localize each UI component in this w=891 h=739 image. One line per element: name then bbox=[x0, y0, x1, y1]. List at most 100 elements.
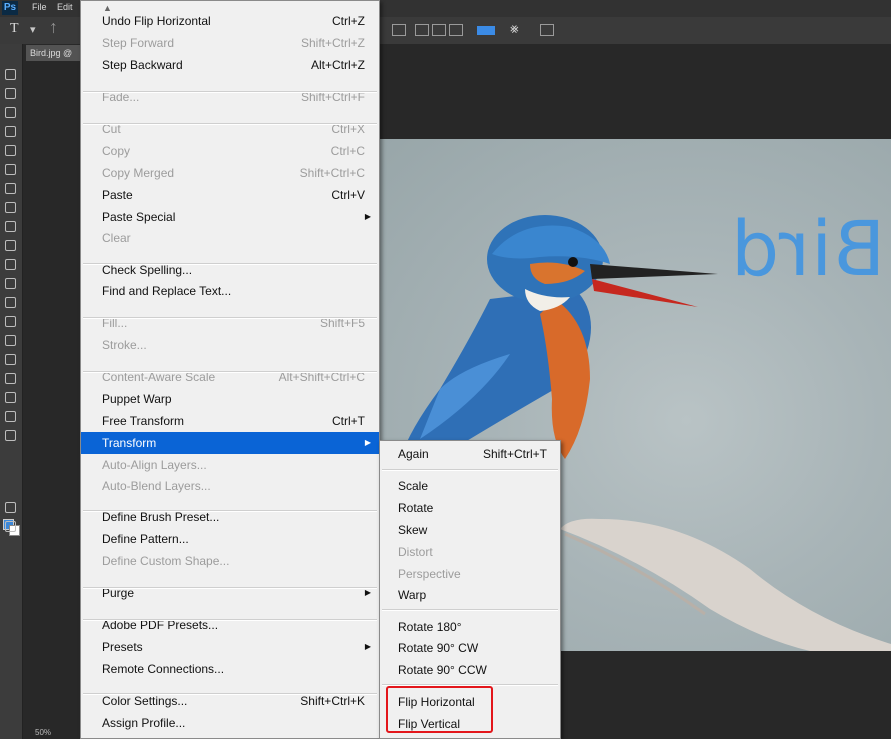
menu-item-shortcut: Shift+F5 bbox=[319, 316, 365, 330]
menu-item-label: Remote Connections... bbox=[102, 662, 225, 676]
option-box-icon[interactable] bbox=[392, 24, 406, 36]
photoshop-logo: Ps bbox=[2, 1, 18, 15]
align-right-icon[interactable] bbox=[449, 24, 463, 36]
submenu-separator bbox=[382, 469, 558, 471]
menu-item-cut: Cut Ctrl+X bbox=[81, 118, 379, 140]
shape-tool-icon[interactable] bbox=[5, 392, 16, 403]
transform-item-warp[interactable]: Warp bbox=[380, 584, 560, 606]
menu-item-paste-special[interactable]: Paste Special ▶ bbox=[81, 206, 379, 228]
menu-item-label: Auto-Blend Layers... bbox=[102, 479, 211, 493]
submenu-arrow-icon: ▶ bbox=[364, 438, 371, 447]
dodge-tool-icon[interactable] bbox=[5, 316, 16, 327]
transform-item-rotate-90-ccw[interactable]: Rotate 90° CCW bbox=[380, 659, 560, 681]
menu-item-label: Define Pattern... bbox=[102, 532, 189, 546]
menu-item-label: Fade... bbox=[102, 90, 140, 104]
history-brush-tool-icon[interactable] bbox=[5, 240, 16, 251]
menu-item-auto-blend-layers: Auto-Blend Layers... bbox=[81, 475, 379, 497]
transform-item-rotate[interactable]: Rotate bbox=[380, 497, 560, 519]
transform-item-label: Flip Horizontal bbox=[398, 695, 475, 709]
align-center-icon[interactable] bbox=[432, 24, 446, 36]
menu-item-purge[interactable]: Purge ▶ bbox=[81, 582, 379, 604]
clone-stamp-tool-icon[interactable] bbox=[5, 221, 16, 232]
text-orientation-icon[interactable]: ᛏ bbox=[50, 23, 57, 35]
menu-item-assign-profile[interactable]: Assign Profile... bbox=[81, 712, 379, 734]
menu-item-free-transform[interactable]: Free Transform Ctrl+T bbox=[81, 410, 379, 432]
submenu-separator bbox=[382, 609, 558, 611]
transform-item-rotate-180[interactable]: Rotate 180° bbox=[380, 616, 560, 638]
menu-file[interactable]: File bbox=[32, 2, 47, 12]
menu-item-shortcut: Ctrl+X bbox=[331, 122, 365, 136]
menu-item-fade: Fade... Shift+Ctrl+F bbox=[81, 86, 379, 108]
menu-item-shortcut: Shift+Ctrl+F bbox=[300, 90, 365, 104]
character-panel-icon[interactable] bbox=[540, 24, 554, 36]
menu-separator bbox=[83, 91, 377, 93]
transform-item-again[interactable]: Again Shift+Ctrl+T bbox=[380, 443, 560, 465]
healing-brush-tool-icon[interactable] bbox=[5, 183, 16, 194]
menu-edit[interactable]: Edit bbox=[57, 2, 73, 12]
menu-item-copy-merged: Copy Merged Shift+Ctrl+C bbox=[81, 162, 379, 184]
transform-item-flip-vertical[interactable]: Flip Vertical bbox=[380, 713, 560, 735]
align-left-icon[interactable] bbox=[415, 24, 429, 36]
menu-item-find-and-replace-text[interactable]: Find and Replace Text... bbox=[81, 280, 379, 302]
lasso-tool-icon[interactable] bbox=[5, 107, 16, 118]
menu-item-step-backward[interactable]: Step Backward Alt+Ctrl+Z bbox=[81, 54, 379, 76]
quick-mask-icon[interactable] bbox=[5, 502, 16, 513]
edit-menu: ▲ Undo Flip Horizontal Ctrl+Z Step Forward… bbox=[80, 0, 380, 739]
menu-item-label: Assign Profile... bbox=[102, 716, 186, 730]
menu-separator bbox=[83, 587, 377, 589]
eraser-tool-icon[interactable] bbox=[5, 259, 16, 270]
transform-item-label: Warp bbox=[398, 588, 427, 602]
transform-item-rotate-90-cw[interactable]: Rotate 90° CW bbox=[380, 637, 560, 659]
move-tool-icon[interactable] bbox=[5, 69, 16, 80]
zoom-tool-icon[interactable] bbox=[5, 430, 16, 441]
tools-panel bbox=[0, 44, 23, 739]
transform-item-label: Perspective bbox=[398, 567, 461, 581]
menu-item-label: Find and Replace Text... bbox=[102, 284, 232, 298]
menu-item-label: Clear bbox=[102, 231, 131, 245]
menu-item-undo-flip-horizontal[interactable]: Undo Flip Horizontal Ctrl+Z bbox=[81, 10, 379, 32]
menu-item-step-forward: Step Forward Shift+Ctrl+Z bbox=[81, 32, 379, 54]
submenu-arrow-icon: ▶ bbox=[364, 588, 371, 597]
text-color-swatch[interactable] bbox=[477, 26, 495, 35]
pen-tool-icon[interactable] bbox=[5, 335, 16, 346]
menu-item-transform[interactable]: Transform ▶ bbox=[81, 432, 379, 454]
transform-item-skew[interactable]: Skew bbox=[380, 519, 560, 541]
marquee-tool-icon[interactable] bbox=[5, 88, 16, 99]
transform-item-shortcut: Shift+Ctrl+T bbox=[482, 447, 547, 461]
brush-tool-icon[interactable] bbox=[5, 202, 16, 213]
blur-tool-icon[interactable] bbox=[5, 297, 16, 308]
menu-separator bbox=[83, 371, 377, 373]
screen-mode-icon[interactable] bbox=[5, 521, 16, 532]
menu-item-puppet-warp[interactable]: Puppet Warp bbox=[81, 388, 379, 410]
menu-item-label: Undo Flip Horizontal bbox=[102, 14, 211, 28]
warp-text-icon[interactable]: ⨳ bbox=[510, 20, 519, 37]
menu-item-label: Presets bbox=[102, 640, 143, 654]
transform-item-scale[interactable]: Scale bbox=[380, 475, 560, 497]
menu-item-remote-connections[interactable]: Remote Connections... bbox=[81, 658, 379, 680]
transform-item-label: Scale bbox=[398, 479, 429, 493]
menu-item-shortcut: Alt+Shift+Ctrl+C bbox=[278, 370, 365, 384]
menu-item-label: Puppet Warp bbox=[102, 392, 172, 406]
menu-item-define-pattern[interactable]: Define Pattern... bbox=[81, 528, 379, 550]
path-selection-tool-icon[interactable] bbox=[5, 373, 16, 384]
menu-item-label: Auto-Align Layers... bbox=[102, 458, 207, 472]
menu-item-adobe-pdf-presets[interactable]: Adobe PDF Presets... bbox=[81, 614, 379, 636]
gradient-tool-icon[interactable] bbox=[5, 278, 16, 289]
transform-item-flip-horizontal[interactable]: Flip Horizontal bbox=[380, 691, 560, 713]
menu-item-label: Paste Special bbox=[102, 210, 176, 224]
type-tool-panel-icon[interactable] bbox=[5, 354, 16, 365]
menu-item-label: Stroke... bbox=[102, 338, 147, 352]
menu-item-stroke: Stroke... bbox=[81, 334, 379, 356]
menu-item-paste[interactable]: Paste Ctrl+V bbox=[81, 184, 379, 206]
menu-item-label: Adobe PDF Presets... bbox=[102, 618, 219, 632]
type-tool-icon[interactable]: T bbox=[10, 21, 19, 37]
menu-item-presets[interactable]: Presets ▶ bbox=[81, 636, 379, 658]
tool-preset-dropdown-icon[interactable]: ▾ bbox=[30, 23, 36, 36]
document-tab[interactable]: Bird.jpg @ bbox=[26, 45, 80, 61]
hand-tool-icon[interactable] bbox=[5, 411, 16, 422]
menu-item-label: Content-Aware Scale bbox=[102, 370, 216, 384]
eyedropper-tool-icon[interactable] bbox=[5, 164, 16, 175]
quick-select-tool-icon[interactable] bbox=[5, 126, 16, 137]
menu-item-auto-align-layers: Auto-Align Layers... bbox=[81, 454, 379, 476]
crop-tool-icon[interactable] bbox=[5, 145, 16, 156]
